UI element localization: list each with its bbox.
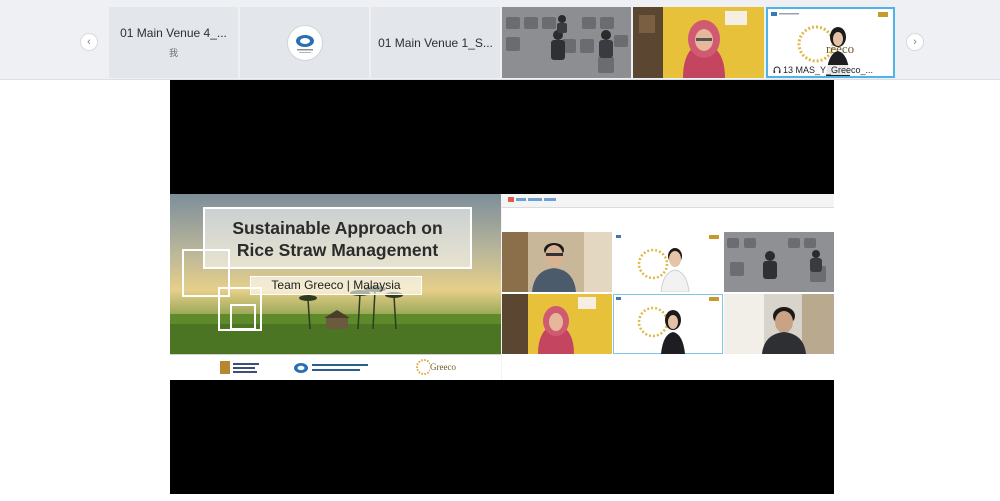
greeco-footer-logo: Greeco (416, 357, 456, 377)
participant-tile[interactable] (502, 7, 631, 78)
gallery-participant-tile (724, 294, 834, 354)
participant-self-label: 我 (168, 48, 178, 58)
participant-tile[interactable]: 01 Main Venue 4_... 我 (109, 7, 238, 78)
participant-tile[interactable] (240, 7, 369, 78)
strip-prev-button[interactable]: ‹ (80, 33, 98, 51)
slide-title-line2: Rice Straw Management (236, 240, 439, 260)
gallery-participant-tile (724, 232, 834, 292)
decorative-square (230, 304, 256, 330)
slide-title-line1: Sustainable Approach on (232, 218, 443, 238)
strip-next-button[interactable]: › (906, 33, 924, 51)
audience-video-image (502, 7, 631, 78)
participant-name: 01 Main Venue 4_... (120, 26, 227, 40)
participant-tile-active[interactable]: reeco 13 MAS_Y_Greeco_... (766, 7, 895, 78)
slide-footer: Greeco (170, 354, 501, 380)
shared-screen: Sustainable Approach on Rice Straw Manag… (170, 194, 834, 380)
shared-meeting-gallery (502, 194, 834, 380)
greeco-wheat-icon (416, 359, 430, 375)
participant-strip: ‹ 01 Main Venue 4_... 我 01 Main Venue 1_… (0, 0, 1000, 80)
participant-name: 13 MAS_Y_Greeco_... (783, 65, 874, 75)
main-video-stage: Sustainable Approach on Rice Straw Manag… (170, 80, 834, 494)
participant-name: 01 Main Venue 1_S... (378, 35, 493, 50)
apec-center-logo-icon (294, 361, 372, 375)
video-conference-window: ‹ 01 Main Venue 4_... 我 01 Main Venue 1_… (0, 0, 1000, 501)
gallery-participant-tile (613, 294, 723, 354)
participant-tile[interactable]: 01 Main Venue 1_S... (371, 7, 500, 78)
speaker-video-image (633, 7, 764, 78)
gallery-participant-tile (502, 294, 612, 354)
slide-team-label: Team Greeco | Malaysia (250, 276, 422, 295)
shared-gallery-toolbar (502, 194, 834, 208)
apec-logo-icon (286, 24, 323, 61)
slide-title-box: Sustainable Approach on Rice Straw Manag… (203, 207, 472, 269)
university-logo-icon (220, 360, 262, 376)
greeco-footer-brand: Greeco (430, 362, 456, 372)
participant-caption: 13 MAS_Y_Greeco_... (770, 65, 877, 75)
slide-title: Sustainable Approach on Rice Straw Manag… (205, 217, 470, 261)
gallery-participant-tile (613, 232, 723, 292)
gallery-participant-tile (502, 232, 612, 292)
headset-icon (773, 66, 781, 74)
participant-tile[interactable] (633, 7, 764, 78)
presentation-slide: Sustainable Approach on Rice Straw Manag… (170, 194, 501, 380)
